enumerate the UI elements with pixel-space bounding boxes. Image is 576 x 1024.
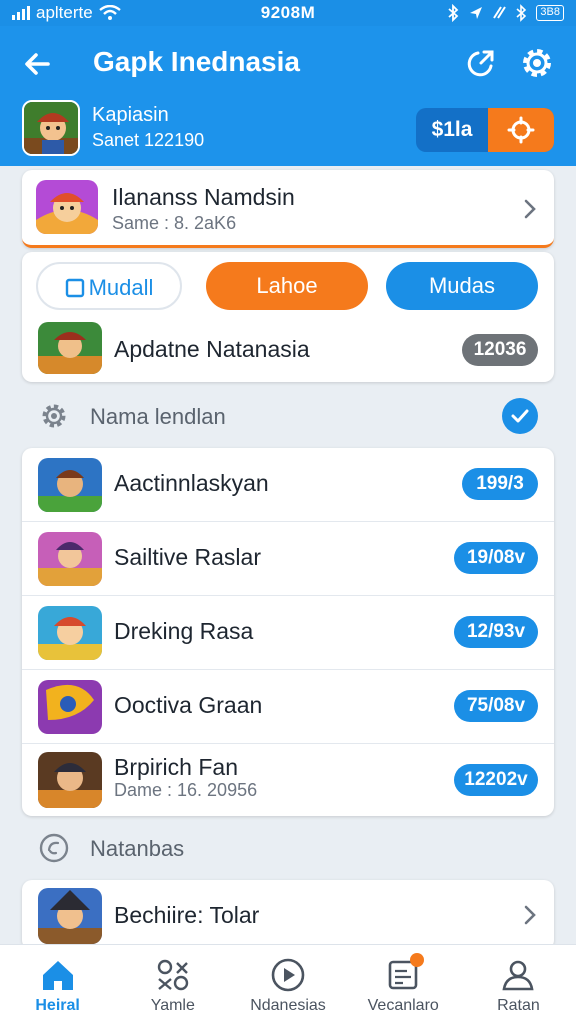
game-title: Sailtive Raslar bbox=[114, 544, 261, 570]
game-title: Brpirich Fan bbox=[114, 754, 238, 780]
featured-game-thumbnail bbox=[36, 180, 98, 234]
featured-game-title: Ilananss Namdsin bbox=[112, 184, 295, 210]
check-icon bbox=[511, 409, 529, 423]
target-icon bbox=[507, 116, 535, 144]
game-title: Dreking Rasa bbox=[114, 618, 254, 644]
section-label: Natanbas bbox=[90, 836, 185, 861]
home-icon bbox=[42, 961, 73, 990]
game-badge: 19/08v bbox=[454, 542, 538, 574]
app-header: Gapk Inednasia Kapiasin Sanet 122190 $1l… bbox=[0, 26, 576, 166]
tab-mudall[interactable]: Mudall bbox=[36, 262, 182, 310]
game-meta: Dame : 16. 20956 bbox=[114, 780, 258, 800]
game-title: Aactinnlaskyan bbox=[114, 470, 269, 496]
game-title: Bechiire: Tolar bbox=[114, 902, 260, 928]
nav-play[interactable]: Ndanesias bbox=[230, 945, 345, 1024]
top-item-badge: 12036 bbox=[462, 334, 538, 366]
vibrate-icon bbox=[493, 6, 507, 19]
section-check-toggle[interactable] bbox=[502, 398, 538, 434]
game-thumbnail bbox=[38, 532, 102, 586]
nav-label: Ndanesias bbox=[250, 997, 326, 1014]
nav-home[interactable]: Heiral bbox=[0, 945, 115, 1024]
user-name: Kapiasin bbox=[92, 104, 169, 126]
filter-panel: Mudall Lahoe Mudas Apdatne Natanasia 120… bbox=[22, 252, 554, 382]
top-item-thumbnail bbox=[38, 322, 102, 374]
status-bar: aplterte 9208M 3B8 bbox=[0, 0, 576, 26]
nav-profile[interactable]: Ratan bbox=[461, 945, 576, 1024]
list-item[interactable]: Ooctiva Graan 75/08v bbox=[22, 670, 554, 744]
section-label: Nama lendlan bbox=[90, 404, 226, 429]
game-badge: 199/3 bbox=[462, 468, 538, 500]
wifi-icon bbox=[98, 5, 121, 20]
chevron-right-icon bbox=[524, 199, 536, 219]
share-icon[interactable] bbox=[462, 44, 500, 82]
game-thumbnail bbox=[38, 606, 102, 660]
section-header-natanbas: Natanbas bbox=[22, 818, 554, 878]
bluetooth-icon bbox=[448, 4, 459, 22]
featured-game-meta: Same : 8. 2aK6 bbox=[112, 213, 237, 233]
balance-action-button[interactable] bbox=[488, 108, 554, 152]
refresh-circle-icon bbox=[39, 833, 69, 863]
balance-value: $1la bbox=[431, 118, 473, 141]
nav-notifications[interactable]: Vecanlaro bbox=[346, 945, 461, 1024]
play-icon bbox=[271, 958, 305, 992]
chevron-right-icon bbox=[524, 905, 536, 925]
tablet-icon bbox=[65, 278, 84, 298]
list-item[interactable]: Brpirich Fan Dame : 16. 20956 12202v bbox=[22, 744, 554, 816]
gear-icon bbox=[42, 404, 66, 428]
featured-game-card[interactable]: Ilananss Namdsin Same : 8. 2aK6 bbox=[22, 170, 554, 248]
game-thumbnail bbox=[38, 888, 102, 944]
list-item[interactable]: Aactinnlaskyan 199/3 bbox=[22, 448, 554, 522]
nav-games[interactable]: Yamle bbox=[115, 945, 230, 1024]
game-badge: 75/08v bbox=[454, 690, 538, 722]
user-avatar[interactable] bbox=[22, 100, 80, 156]
list-item[interactable]: Dreking Rasa 12/93v bbox=[22, 596, 554, 670]
game-thumbnail bbox=[38, 752, 102, 808]
nav-label: Yamle bbox=[150, 997, 195, 1014]
tab-mudall-label: Mudall bbox=[88, 275, 154, 300]
game-badge: 12202v bbox=[454, 764, 538, 796]
game-title: Ooctiva Graan bbox=[114, 692, 263, 718]
bottom-game-card[interactable]: Bechiire: Tolar bbox=[22, 880, 554, 950]
page-title: Gapk Inednasia bbox=[93, 46, 300, 77]
user-id: Sanet 122190 bbox=[92, 130, 205, 150]
bottom-navigation: Heiral Yamle Ndanesias Vecanlaro Ratan bbox=[0, 944, 576, 1024]
user-summary: Kapiasin Sanet 122190 $1la bbox=[22, 100, 562, 158]
profile-icon bbox=[502, 960, 534, 991]
tab-mudas[interactable]: Mudas bbox=[386, 262, 538, 310]
bluetooth-secondary-icon bbox=[516, 4, 527, 22]
settings-gear-icon[interactable] bbox=[518, 44, 556, 82]
location-icon bbox=[470, 7, 483, 19]
nav-label: Heiral bbox=[35, 997, 80, 1014]
battery-indicator: 3B8 bbox=[536, 5, 564, 21]
signal-icon bbox=[12, 6, 30, 20]
nav-label: Vecanlaro bbox=[367, 997, 439, 1014]
top-item-title: Apdatne Natanasia bbox=[114, 336, 310, 362]
game-thumbnail bbox=[38, 680, 102, 734]
balance-widget[interactable]: $1la bbox=[416, 108, 554, 152]
nav-label: Ratan bbox=[497, 997, 540, 1014]
game-list: Aactinnlaskyan 199/3 Sailtive Raslar 19/… bbox=[22, 448, 554, 816]
games-icon bbox=[157, 959, 188, 991]
game-badge: 12/93v bbox=[454, 616, 538, 648]
notification-badge bbox=[409, 953, 424, 967]
list-item[interactable]: Sailtive Raslar 19/08v bbox=[22, 522, 554, 596]
carrier-label: aplterte bbox=[36, 3, 93, 22]
tab-lahoe[interactable]: Lahoe bbox=[206, 262, 368, 310]
game-thumbnail bbox=[38, 458, 102, 512]
section-header-nama-lendlan: Nama lendlan bbox=[22, 386, 554, 446]
back-arrow-icon[interactable] bbox=[18, 44, 58, 84]
status-time: 9208M bbox=[260, 3, 316, 22]
